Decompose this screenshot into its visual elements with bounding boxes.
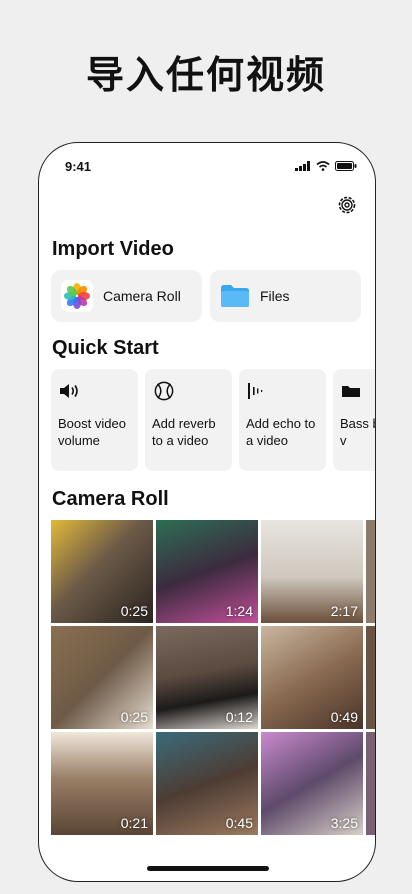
quick-start-reverb[interactable]: Add reverb to a video bbox=[145, 369, 232, 471]
video-duration: 0:45 bbox=[225, 815, 253, 831]
video-duration: 0:12 bbox=[225, 709, 253, 725]
video-duration: 1:24 bbox=[225, 603, 253, 619]
signal-icon bbox=[295, 161, 310, 171]
video-thumbnail[interactable]: 2:17 bbox=[261, 520, 363, 623]
quick-start-label: Add reverb to a video bbox=[152, 416, 216, 448]
video-thumbnail[interactable]: 0:21 bbox=[51, 732, 153, 835]
import-camera-roll-button[interactable]: Camera Roll bbox=[51, 270, 202, 322]
battery-icon bbox=[335, 161, 357, 171]
status-time: 9:41 bbox=[65, 158, 92, 174]
video-duration: 2:17 bbox=[330, 603, 358, 619]
video-thumbnail[interactable]: 1:24 bbox=[156, 520, 258, 623]
quick-start-label: Bass b your v bbox=[340, 416, 375, 448]
video-duration: 0:25 bbox=[120, 709, 148, 725]
speaker-icon bbox=[60, 384, 78, 398]
video-thumbnail[interactable]: 0:45 bbox=[156, 732, 258, 835]
import-video-title: Import Video bbox=[52, 238, 174, 260]
reverb-icon bbox=[154, 381, 174, 401]
video-thumbnail[interactable]: 0:12 bbox=[156, 626, 258, 729]
wifi-icon bbox=[316, 161, 330, 171]
import-files-button[interactable]: Files bbox=[210, 270, 361, 322]
video-thumbnail-partial[interactable] bbox=[366, 732, 375, 835]
headline: 导入任何视频 bbox=[85, 55, 326, 97]
video-thumbnail-partial[interactable] bbox=[366, 626, 375, 729]
camera-roll-title: Camera Roll bbox=[52, 488, 169, 510]
photos-flower-icon bbox=[61, 280, 93, 312]
quick-start-title: Quick Start bbox=[52, 337, 159, 359]
quick-start-echo[interactable]: Add echo to a video bbox=[239, 369, 326, 471]
status-bar: 9:41 bbox=[65, 157, 357, 175]
files-label: Files bbox=[260, 288, 290, 304]
quick-start-bass[interactable]: Bass b your v bbox=[333, 369, 375, 471]
quick-start-row: Boost video volume Add reverb to a video… bbox=[51, 369, 375, 471]
folder-icon bbox=[221, 285, 249, 307]
quick-start-label: Boost video volume bbox=[58, 416, 126, 448]
phone-frame: 9:41 Import Video Camera Roll Files Quic… bbox=[38, 142, 376, 882]
settings-gear-icon[interactable] bbox=[337, 195, 357, 215]
camera-roll-label: Camera Roll bbox=[103, 288, 181, 304]
video-thumbnail[interactable]: 0:49 bbox=[261, 626, 363, 729]
echo-icon bbox=[248, 383, 263, 399]
camera-roll-grid: 0:25 1:24 2:17 0:25 0:12 0:49 0:21 0:45 … bbox=[51, 520, 375, 835]
quick-start-label: Add echo to a video bbox=[246, 416, 316, 448]
video-duration: 0:49 bbox=[330, 709, 358, 725]
video-duration: 0:25 bbox=[120, 603, 148, 619]
video-thumbnail-partial[interactable] bbox=[366, 520, 375, 623]
video-thumbnail[interactable]: 3:25 bbox=[261, 732, 363, 835]
quick-start-boost-volume[interactable]: Boost video volume bbox=[51, 369, 138, 471]
video-duration: 3:25 bbox=[330, 815, 358, 831]
bass-icon bbox=[342, 386, 360, 397]
home-indicator bbox=[147, 866, 269, 871]
video-thumbnail[interactable]: 0:25 bbox=[51, 626, 153, 729]
video-duration: 0:21 bbox=[120, 815, 148, 831]
video-thumbnail[interactable]: 0:25 bbox=[51, 520, 153, 623]
